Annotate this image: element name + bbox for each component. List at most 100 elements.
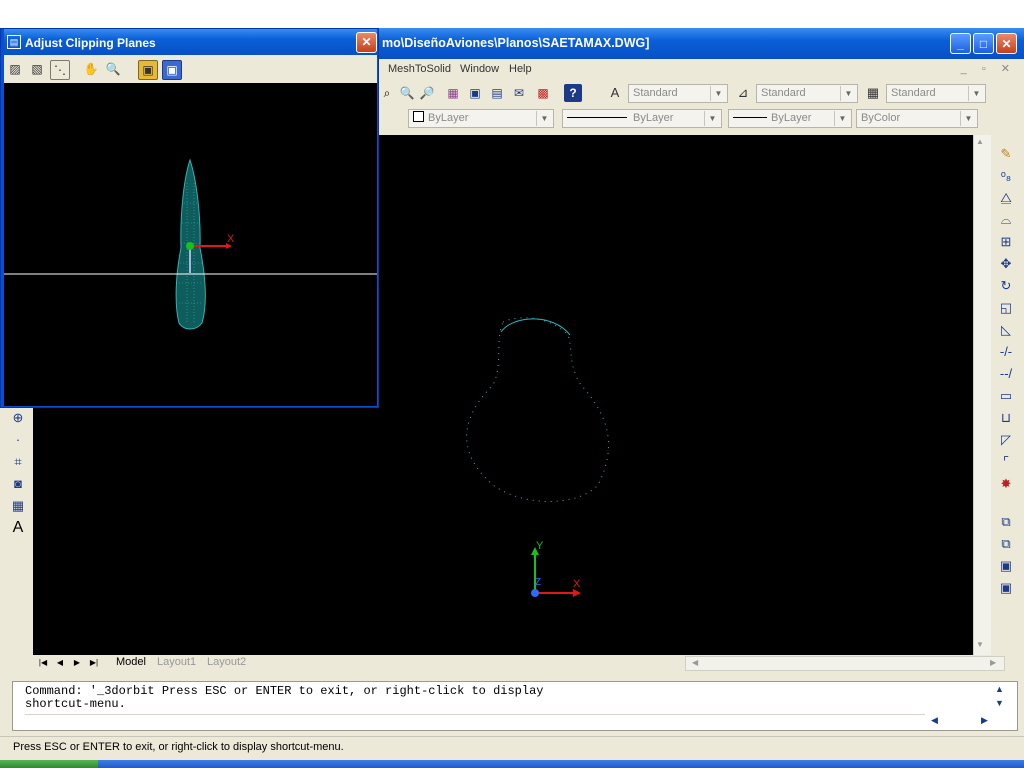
chevron-down-icon[interactable]: ▼: [840, 86, 856, 101]
last-tab-icon[interactable]: ▶|: [87, 657, 101, 669]
first-tab-icon[interactable]: |◀: [36, 657, 50, 669]
zoom-previous-icon[interactable]: 🔎: [418, 84, 436, 102]
join-icon[interactable]: ⊔: [995, 407, 1017, 429]
vertical-scrollbar[interactable]: ▲ ▼: [973, 135, 991, 655]
windows-taskbar: [0, 760, 1024, 768]
chevron-down-icon[interactable]: ▼: [960, 111, 976, 126]
linetype-value: ByLayer: [633, 112, 674, 124]
minimize-button[interactable]: _: [950, 33, 971, 54]
dialog-title-bar[interactable]: ▤ Adjust Clipping Planes ✕: [4, 29, 377, 55]
back-clipping-toggle-icon[interactable]: ▣: [162, 60, 182, 80]
draw-order-front-icon[interactable]: ⧉: [995, 511, 1017, 533]
scale-icon[interactable]: ◱: [995, 297, 1017, 319]
move-icon[interactable]: ✥: [995, 253, 1017, 275]
zoom-icon[interactable]: 🔍: [104, 60, 122, 78]
plotstyle-value: ByColor: [861, 112, 901, 124]
stretch-icon[interactable]: ◺: [995, 319, 1017, 341]
next-tab-icon[interactable]: ▶: [70, 657, 84, 669]
array-icon[interactable]: ⊞: [995, 231, 1017, 253]
properties-icon[interactable]: ▦: [444, 84, 462, 102]
break-icon[interactable]: ▭: [995, 385, 1017, 407]
prev-tab-icon[interactable]: ◀: [53, 657, 67, 669]
scroll-up-icon[interactable]: ▲: [976, 137, 984, 146]
front-clipping-toggle-icon[interactable]: ▣: [138, 60, 158, 80]
cmd-scroll-down-icon[interactable]: ▼: [995, 698, 1004, 708]
table-icon[interactable]: ▦: [7, 495, 29, 517]
linetype-combo[interactable]: ByLayer ▼: [562, 109, 722, 128]
erase-icon[interactable]: ✎: [995, 143, 1017, 165]
point-icon[interactable]: ·: [7, 429, 29, 451]
wireframe-fuselage-section: [466, 317, 610, 502]
menu-help[interactable]: Help: [509, 63, 532, 75]
scroll-left-icon[interactable]: ◀: [692, 658, 698, 667]
draw-order-above-icon[interactable]: ▣: [995, 555, 1017, 577]
markup-icon[interactable]: ▩: [534, 84, 552, 102]
design-center-icon[interactable]: ▣: [466, 84, 484, 102]
copy-icon[interactable]: ᵒ₈: [995, 165, 1017, 187]
text-style-combo[interactable]: Standard ▼: [628, 84, 728, 103]
cmd-scroll-right-icon[interactable]: ▶: [981, 715, 988, 726]
scroll-down-icon[interactable]: ▼: [976, 640, 984, 649]
scroll-right-icon[interactable]: ▶: [990, 658, 996, 667]
menu-meshtosolid[interactable]: MeshToSolid: [388, 63, 451, 75]
clipping-preview[interactable]: X: [4, 83, 377, 406]
dim-style-combo[interactable]: Standard ▼: [756, 84, 858, 103]
mirror-icon[interactable]: ⧋: [995, 187, 1017, 209]
tab-layout2[interactable]: Layout2: [207, 656, 246, 668]
zoom-realtime-icon[interactable]: ⌕: [378, 84, 396, 102]
pan-icon[interactable]: ✋: [82, 60, 100, 78]
chevron-down-icon[interactable]: ▼: [536, 111, 552, 126]
fillet-icon[interactable]: ⌜: [995, 451, 1017, 473]
text-style-icon: A: [610, 85, 620, 100]
draw-order-under-icon[interactable]: ▣: [995, 577, 1017, 599]
draw-order-back-icon[interactable]: ⧉: [995, 533, 1017, 555]
extend-icon[interactable]: --/: [995, 363, 1017, 385]
cmd-scroll-left-icon[interactable]: ◀: [931, 715, 938, 726]
trim-icon[interactable]: -/-: [995, 341, 1017, 363]
command-history-line-2: shortcut-menu.: [25, 697, 126, 711]
help-icon[interactable]: ?: [564, 84, 582, 102]
adjust-back-clip-icon[interactable]: ▧: [28, 60, 46, 78]
close-button[interactable]: ✕: [996, 33, 1017, 54]
table-style-combo[interactable]: Standard ▼: [886, 84, 986, 103]
insert-block-icon[interactable]: ⊕: [7, 407, 29, 429]
region-icon[interactable]: ◙: [7, 473, 29, 495]
wireframe-canopy-arc: [500, 318, 571, 336]
plotstyle-combo[interactable]: ByColor ▼: [856, 109, 978, 128]
zoom-window-icon[interactable]: 🔍: [398, 84, 416, 102]
chevron-down-icon[interactable]: ▼: [710, 86, 726, 101]
mtext-icon[interactable]: A: [7, 517, 29, 539]
window-title: mo\DiseñoAviones\Planos\SAETAMAX.DWG]: [382, 36, 650, 50]
command-window[interactable]: Command: '_3dorbit Press ESC or ENTER to…: [12, 681, 1018, 731]
offset-icon[interactable]: ⌓: [995, 209, 1017, 231]
chevron-down-icon[interactable]: ▼: [834, 111, 850, 126]
chevron-down-icon[interactable]: ▼: [704, 111, 720, 126]
maximize-button[interactable]: □: [973, 33, 994, 54]
tab-model[interactable]: Model: [116, 656, 146, 668]
sheet-set-icon[interactable]: ✉: [510, 84, 528, 102]
tab-layout1[interactable]: Layout1: [157, 656, 196, 668]
hatch-icon[interactable]: ⌗: [7, 451, 29, 473]
draw-toolbar: ⊕ · ⌗ ◙ ▦ A: [6, 403, 32, 573]
mdi-window-controls[interactable]: _ ▫ ✕: [961, 62, 1016, 75]
explode-icon[interactable]: ✸: [995, 473, 1017, 495]
properties-toolbar: ByLayer ▼ ByLayer ▼ ByLayer ▼ ByColor ▼: [378, 106, 982, 132]
horizontal-scrollbar[interactable]: ◀ ▶: [685, 656, 1005, 671]
dialog-close-button[interactable]: ✕: [356, 32, 377, 53]
lineweight-combo[interactable]: ByLayer ▼: [728, 109, 852, 128]
cmd-scroll-up-icon[interactable]: ▲: [995, 684, 1004, 694]
ucs-label-z: Z: [535, 577, 541, 588]
chamfer-icon[interactable]: ◸: [995, 429, 1017, 451]
create-slice-icon[interactable]: ⋱: [50, 60, 70, 80]
start-button[interactable]: [0, 760, 98, 768]
layer-combo[interactable]: ByLayer ▼: [408, 109, 554, 128]
rotate-icon[interactable]: ↻: [995, 275, 1017, 297]
adjust-front-clip-icon[interactable]: ▨: [6, 60, 24, 78]
tool-palettes-icon[interactable]: ▤: [488, 84, 506, 102]
command-input[interactable]: [25, 714, 925, 729]
dialog-toolbar: ▨ ▧ ⋱ ✋ 🔍 ▣ ▣: [4, 55, 377, 83]
ucs-label-y: Y: [536, 540, 544, 552]
chevron-down-icon[interactable]: ▼: [968, 86, 984, 101]
dialog-app-icon: ▤: [7, 35, 21, 49]
menu-window[interactable]: Window: [460, 63, 499, 75]
